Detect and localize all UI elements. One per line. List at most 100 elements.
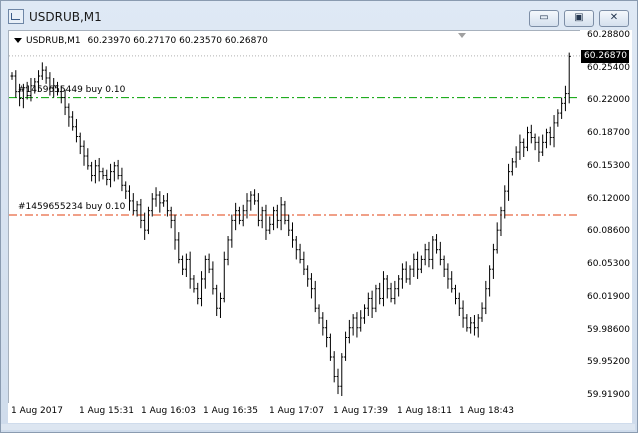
price-bar (128, 185, 132, 211)
price-bar (162, 195, 166, 207)
price-bar (105, 169, 109, 186)
close-button[interactable]: ✕ (599, 10, 629, 27)
price-bar (226, 236, 230, 266)
price-bar (287, 214, 291, 237)
price-bar (328, 333, 332, 361)
price-bar (450, 271, 454, 293)
x-tick-label: 1 Aug 18:43 (459, 406, 514, 416)
price-bar (309, 273, 313, 299)
price-bar (135, 200, 139, 217)
price-bar (340, 353, 344, 397)
price-bar (472, 315, 476, 336)
maximize-button[interactable]: ▣ (564, 10, 594, 27)
price-bar (40, 62, 44, 80)
price-bar (302, 251, 306, 276)
y-tick-label: 59.91900 (587, 390, 630, 400)
price-bar (143, 212, 147, 240)
price-bar (306, 265, 310, 287)
chevron-down-icon[interactable] (14, 38, 22, 43)
price-bar (370, 290, 374, 318)
price-bar (298, 243, 302, 264)
price-bar (14, 70, 18, 98)
price-bar (465, 314, 469, 332)
price-bar (412, 253, 416, 277)
x-tick-label: 1 Aug 16:03 (141, 406, 196, 416)
y-tick-label: 60.01900 (587, 291, 630, 302)
price-bar (381, 271, 385, 307)
price-bar (541, 134, 545, 157)
order-label[interactable]: #1459655449 buy 0.10 (18, 85, 125, 95)
price-bar (173, 214, 177, 250)
price-bar (192, 275, 196, 293)
price-bar (321, 312, 325, 336)
price-bar (480, 302, 484, 322)
price-bar (74, 118, 78, 143)
price-bar (359, 310, 363, 332)
chart-window-icon (8, 9, 24, 24)
symbol-info[interactable]: USDRUB,M1 60.23970 60.27170 60.23570 60.… (14, 36, 268, 46)
price-bar (416, 251, 420, 279)
title-bar[interactable]: USDRUB,M1 ▭ ▣ ✕ (1, 1, 637, 31)
price-bar (139, 198, 143, 229)
price-bar (44, 66, 48, 84)
price-bar (363, 304, 367, 324)
price-bar (188, 251, 192, 289)
price-bar (82, 140, 86, 166)
price-bar (442, 255, 446, 277)
x-tick-label: 1 Aug 15:31 (79, 406, 134, 416)
price-bar (461, 300, 465, 328)
price-bar (544, 128, 548, 149)
price-bar (109, 163, 113, 188)
time-axis[interactable]: 1 Aug 2017 1 Aug 15:31 1 Aug 16:03 1 Aug 16… (8, 403, 632, 423)
price-bar (268, 216, 272, 235)
price-bar (332, 351, 336, 383)
horizontal-scrollbar[interactable] (1, 424, 635, 430)
x-tick-label: 1 Aug 17:39 (333, 406, 388, 416)
y-tick-label: 60.25400 (587, 62, 630, 73)
price-bar (158, 191, 162, 213)
price-bar (563, 85, 567, 112)
y-tick-label: 59.98600 (587, 324, 630, 335)
minimize-button[interactable]: ▭ (529, 10, 559, 27)
price-bar (438, 241, 442, 266)
price-bar (165, 193, 169, 217)
y-tick-label: 60.12000 (587, 193, 630, 204)
price-bar (249, 191, 253, 211)
price-bar (552, 115, 556, 148)
price-bar (116, 159, 120, 180)
price-bar (344, 331, 348, 361)
price-bar (120, 167, 124, 192)
price-bar (112, 161, 116, 182)
price-bar (488, 265, 492, 297)
price-bar (177, 232, 181, 264)
price-bar (469, 317, 473, 334)
price-bar (154, 187, 158, 207)
price-bar (397, 275, 401, 297)
price-bar (260, 206, 264, 229)
price-bar (503, 185, 507, 219)
price-bar (71, 111, 75, 131)
price-bar (374, 284, 378, 313)
price-bar (389, 282, 393, 303)
price-bar (294, 236, 298, 260)
price-bar (491, 243, 495, 279)
price-bar (514, 146, 518, 168)
x-tick-label: 1 Aug 17:07 (269, 406, 324, 416)
price-bar (427, 241, 431, 268)
price-bar (423, 243, 427, 266)
price-bar (150, 193, 154, 217)
y-tick-label: 60.08600 (587, 226, 630, 237)
window-title: USDRUB,M1 (29, 10, 102, 24)
order-label[interactable]: #1459655234 buy 0.10 (18, 202, 125, 212)
price-bar (408, 265, 412, 285)
price-bar (495, 222, 499, 254)
price-bar (526, 126, 530, 152)
price-bar (146, 206, 150, 235)
price-axis[interactable]: 60.28800 60.25400 60.22000 60.18700 60.15300… (580, 30, 632, 403)
price-bar (218, 292, 222, 318)
price-bar (230, 214, 234, 248)
price-bar (457, 292, 461, 317)
price-bar (325, 319, 329, 348)
price-bar (256, 193, 260, 227)
price-bar (537, 136, 541, 162)
